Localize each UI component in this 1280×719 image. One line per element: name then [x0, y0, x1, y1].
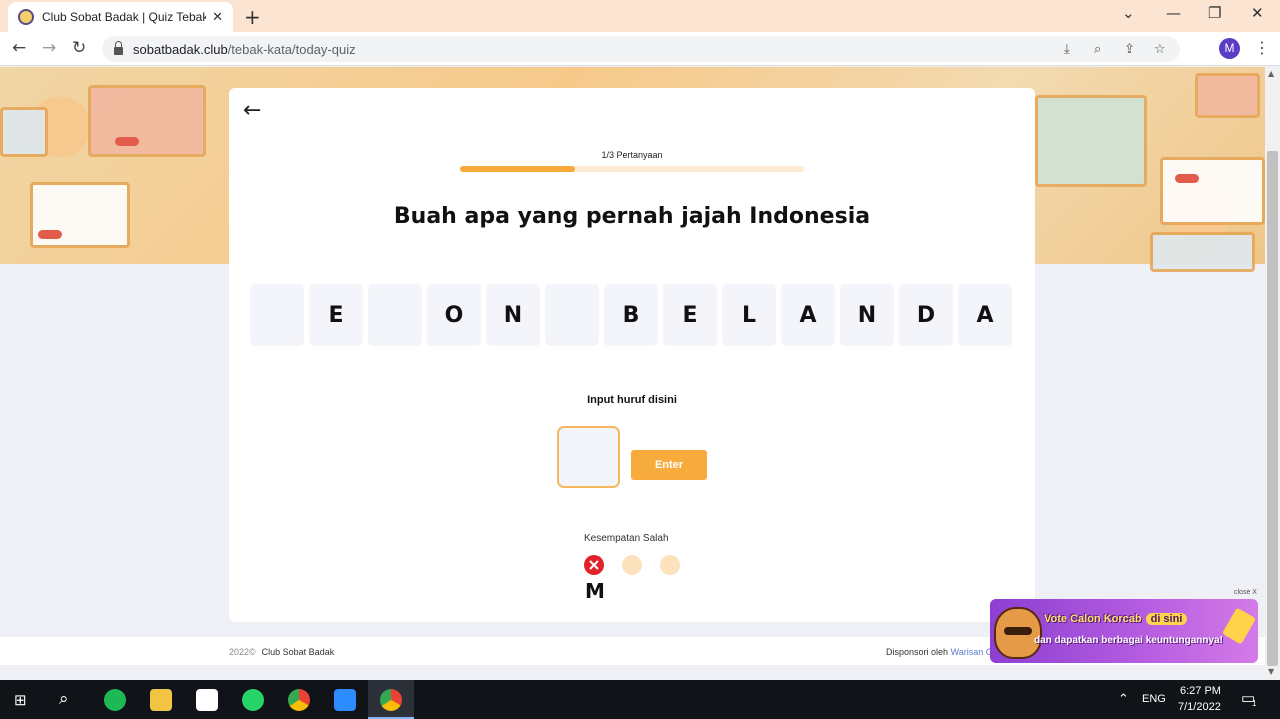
maximize-button[interactable]: ❐ — [1208, 4, 1221, 22]
answer-slot: D — [899, 284, 953, 346]
share-icon[interactable]: ⇪ — [1124, 42, 1135, 57]
chances-label: Kesempatan Salah — [584, 533, 669, 544]
banner-frame — [1035, 95, 1147, 187]
cat-mascot-icon — [994, 607, 1042, 659]
back-arrow-icon[interactable]: ← — [243, 98, 261, 123]
scroll-up-icon[interactable]: ▲ — [1268, 69, 1274, 78]
answer-slot — [368, 284, 422, 346]
footer-sponsor-label: Disponsori oleh — [886, 647, 949, 657]
answer-slot: N — [486, 284, 540, 346]
menu-kebab-icon[interactable]: ⋮ — [1254, 38, 1270, 57]
windows-start-icon[interactable]: ⊞ — [14, 691, 27, 709]
answer-slot: L — [722, 284, 776, 346]
favicon-icon — [18, 9, 34, 25]
tab-title: Club Sobat Badak | Quiz Tebak Kata — [42, 10, 207, 24]
input-label: Input huruf disini — [587, 394, 677, 406]
banner-frame — [88, 85, 206, 157]
sticky-notes-icon[interactable] — [196, 689, 218, 711]
progress-bar — [460, 166, 804, 172]
whatsapp-icon[interactable] — [242, 689, 264, 711]
clock-date[interactable]: 7/1/2022 — [1178, 701, 1221, 713]
language-indicator[interactable]: ENG — [1142, 693, 1166, 705]
chances-indicator — [584, 555, 694, 575]
banner-frame — [1160, 157, 1265, 225]
notification-count: 1 — [1252, 699, 1257, 708]
url-host: sobatbadak.club — [133, 41, 228, 57]
chrome-profile-icon — [380, 689, 402, 711]
progress-fill — [460, 166, 575, 172]
install-icon[interactable]: ⤓ — [1064, 42, 1070, 57]
ad-close-button[interactable]: close X — [1234, 589, 1257, 596]
address-bar: ← → ↻ sobatbadak.club/tebak-kata/today-q… — [0, 32, 1280, 86]
file-explorer-icon[interactable] — [150, 689, 172, 711]
back-nav-icon[interactable]: ← — [12, 38, 26, 58]
minimize-button[interactable]: — — [1166, 4, 1181, 22]
scroll-down-icon[interactable]: ▼ — [1268, 667, 1274, 676]
mic-pill-icon — [115, 137, 139, 146]
ad-chip: di sini — [1145, 613, 1188, 625]
active-chrome-taskbar-item[interactable] — [368, 680, 414, 719]
new-tab-button[interactable]: + — [244, 5, 261, 29]
window-close-button[interactable]: ✕ — [1251, 4, 1264, 22]
ad-subline: dan dapatkan berbagai keuntungannya! — [1034, 635, 1223, 646]
clock-time[interactable]: 6:27 PM — [1180, 685, 1221, 697]
answer-slot: A — [781, 284, 835, 346]
tab-search-icon[interactable]: ⌄ — [1122, 4, 1135, 22]
browser-tab[interactable]: Club Sobat Badak | Quiz Tebak Kata ✕ — [8, 2, 233, 32]
sponsor-link[interactable]: Warisan G — [951, 647, 993, 657]
answer-slot: O — [427, 284, 481, 346]
megaphone-icon — [1221, 607, 1257, 645]
answer-slot: E — [663, 284, 717, 346]
progress-label: 1/3 Pertanyaan — [601, 150, 663, 160]
profile-avatar[interactable]: M — [1219, 38, 1240, 59]
footer-year: 2022© — [229, 647, 256, 657]
question-text: Buah apa yang pernah jajah Indonesia — [393, 204, 871, 229]
spotify-icon[interactable] — [104, 689, 126, 711]
wrong-letters: M — [585, 579, 605, 603]
ad-headline: Vote Calon Korcab — [1044, 613, 1142, 625]
answer-slot — [250, 284, 304, 346]
reload-icon[interactable]: ↻ — [72, 38, 86, 58]
answer-slot: A — [958, 284, 1012, 346]
url-field[interactable]: sobatbadak.club/tebak-kata/today-quiz ⤓ … — [102, 36, 1180, 62]
banner-frame — [0, 107, 48, 157]
lock-icon — [114, 40, 123, 55]
scrollbar-thumb[interactable] — [1267, 151, 1278, 666]
answer-slot: B — [604, 284, 658, 346]
answer-slot: N — [840, 284, 894, 346]
mic-pill-icon — [38, 230, 62, 239]
footer-brand: Club Sobat Badak — [261, 647, 335, 657]
search-icon[interactable]: ⌕ — [59, 689, 69, 709]
zoom-app-icon[interactable] — [334, 689, 356, 711]
answer-slots: EONBELANDA — [250, 284, 1012, 346]
tab-strip: Club Sobat Badak | Quiz Tebak Kata ✕ + ⌄… — [0, 0, 1280, 32]
chance-used-icon — [584, 555, 604, 575]
chrome-icon[interactable] — [288, 689, 310, 711]
mic-pill-icon — [1175, 174, 1199, 183]
banner-frame — [1195, 73, 1260, 118]
chance-remaining-icon — [660, 555, 680, 575]
quiz-card: ← 1/3 Pertanyaan Buah apa yang pernah ja… — [229, 88, 1035, 622]
scrollbar[interactable]: ▲ ▼ — [1265, 67, 1280, 680]
letter-input[interactable] — [557, 426, 620, 488]
vote-ad-banner[interactable]: Vote Calon Korcab di sini dan dapatkan be… — [990, 599, 1258, 663]
answer-slot: E — [309, 284, 363, 346]
answer-slot — [545, 284, 599, 346]
enter-button[interactable]: Enter — [631, 450, 707, 480]
zoom-icon[interactable]: ⌕ — [1094, 42, 1101, 57]
tab-close-icon[interactable]: ✕ — [212, 10, 223, 25]
url-path: /tebak-kata/today-quiz — [227, 41, 356, 57]
bookmark-star-icon[interactable]: ☆ — [1154, 42, 1166, 57]
banner-frame — [1150, 232, 1255, 272]
page-content: ← 1/3 Pertanyaan Buah apa yang pernah ja… — [0, 67, 1265, 680]
windows-taskbar: ⊞ ⌕ ⌃ ENG 6:27 PM 7/1/2022 ▭ 1 — [0, 680, 1280, 719]
tray-chevron-icon[interactable]: ⌃ — [1118, 691, 1129, 707]
chance-remaining-icon — [622, 555, 642, 575]
forward-nav-icon[interactable]: → — [42, 38, 56, 58]
